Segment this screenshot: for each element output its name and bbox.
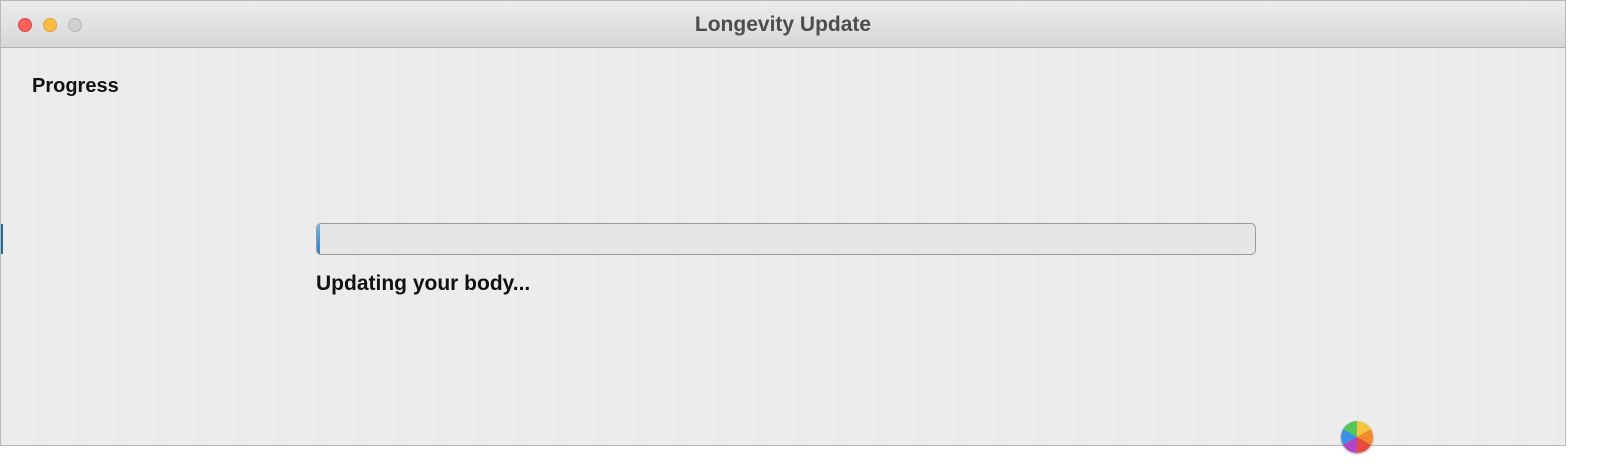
progress-bar-fill: [317, 224, 320, 254]
spinning-wait-cursor-icon: [1341, 421, 1373, 453]
app-window: Longevity Update Progress Updating your …: [0, 0, 1566, 446]
status-message: Updating your body...: [316, 272, 531, 295]
main-content: Progress Updating your body...: [1, 48, 1565, 445]
left-edge-accent: [1, 224, 3, 254]
page-title: Progress: [32, 75, 119, 97]
title-bar[interactable]: Longevity Update: [1, 1, 1565, 48]
window-title: Longevity Update: [694, 13, 872, 36]
progress-bar: [316, 223, 1256, 255]
